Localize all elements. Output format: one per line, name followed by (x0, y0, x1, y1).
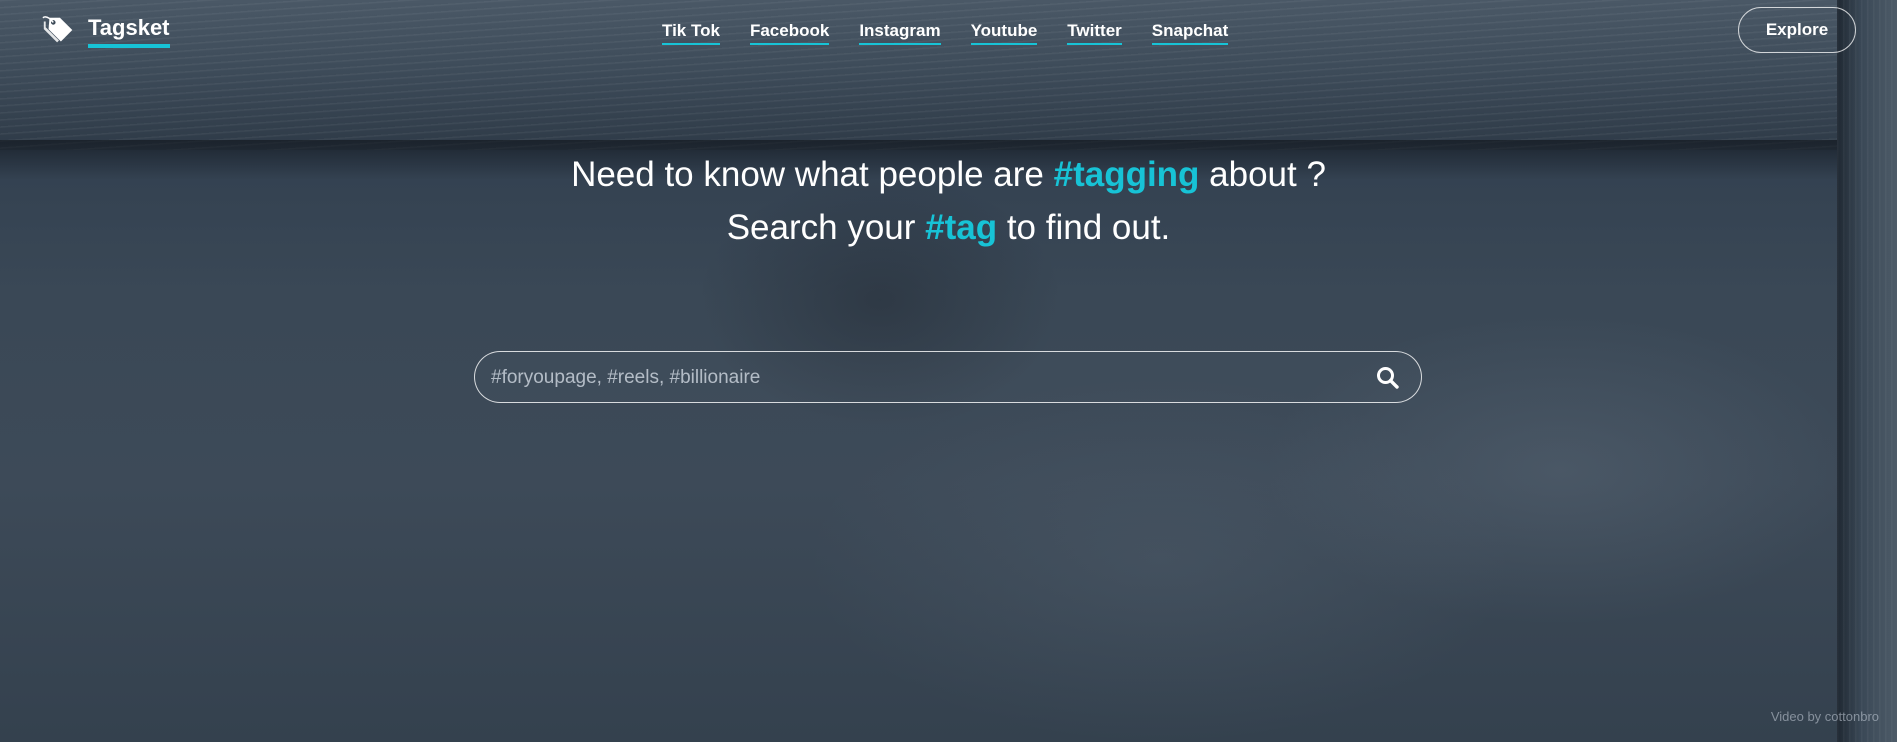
nav-link-tiktok[interactable]: Tik Tok (662, 20, 720, 45)
video-credit: Video by cottonbro (1770, 709, 1879, 724)
nav-item-youtube: Youtube (970, 20, 1038, 45)
nav-link-snapchat[interactable]: Snapchat (1151, 20, 1229, 45)
nav-item-snapchat: Snapchat (1151, 20, 1229, 45)
nav-links: Tik Tok Facebook Instagram Youtube Twitt… (662, 20, 1229, 45)
hero-line2-text: Search your (726, 208, 926, 247)
nav-item-twitter: Twitter (1067, 20, 1122, 45)
hero-tag-tag: #tag (925, 208, 998, 247)
search-box (474, 351, 1422, 404)
nav-item-facebook: Facebook (749, 20, 830, 45)
search-icon (1377, 367, 1399, 389)
hero-line1-end: about ? (1199, 155, 1326, 194)
nav-link-youtube[interactable]: Youtube (970, 20, 1038, 45)
tag-icon (42, 16, 73, 43)
explore-button[interactable]: Explore (1738, 7, 1856, 53)
nav-item-tiktok: Tik Tok (662, 20, 720, 45)
nav-link-instagram[interactable]: Instagram (859, 20, 941, 45)
search-button[interactable] (1375, 365, 1401, 391)
hero-heading: Need to know what people are #tagging ab… (0, 148, 1897, 254)
brand-name: Tagsket (88, 15, 170, 48)
brand-logo-link[interactable]: Tagsket (40, 12, 170, 50)
hero-line2-end: to find out. (997, 208, 1171, 247)
nav-item-instagram: Instagram (859, 20, 941, 45)
background-frame (1837, 0, 1897, 742)
search-input[interactable] (489, 352, 1343, 404)
hero-line1-text: Need to know what people are (571, 155, 1054, 194)
hero-tag-tagging: #tagging (1053, 155, 1200, 194)
navbar: Tagsket Tik Tok Facebook Instagram Youtu… (0, 0, 1897, 64)
nav-link-twitter[interactable]: Twitter (1067, 20, 1122, 45)
nav-link-facebook[interactable]: Facebook (749, 20, 830, 45)
